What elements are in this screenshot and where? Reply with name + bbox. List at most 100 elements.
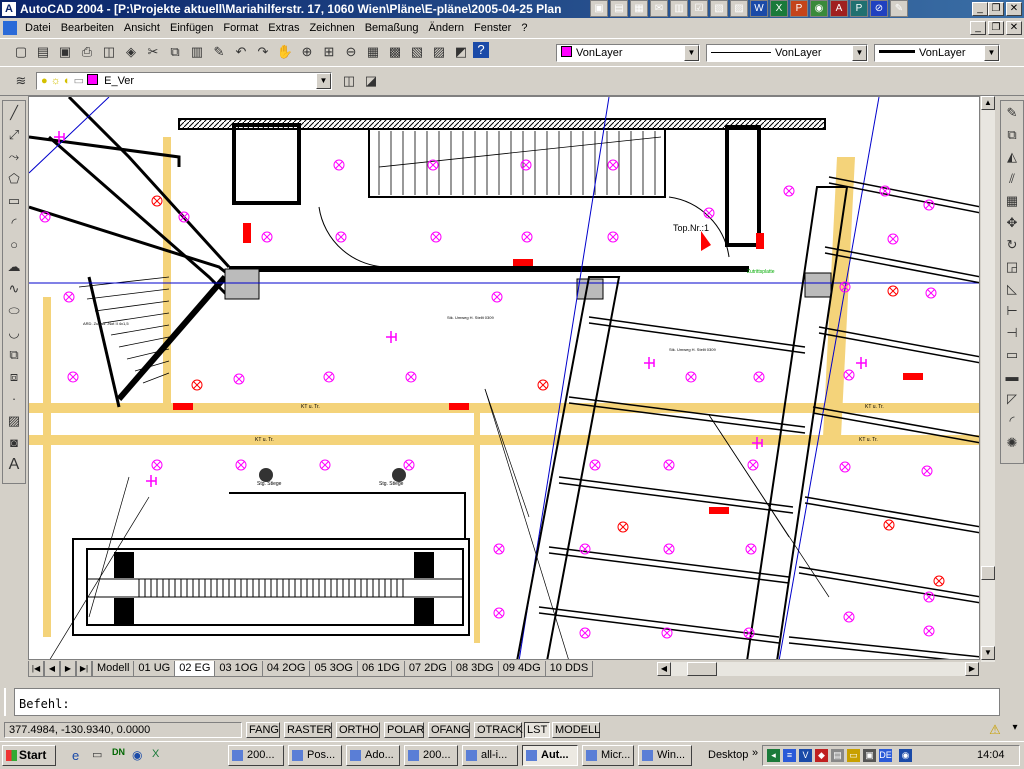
monitor-icon[interactable]: ▣ <box>863 749 876 762</box>
region-icon[interactable]: ◙ <box>4 433 24 453</box>
folder-tray-icon[interactable]: ▭ <box>847 749 860 762</box>
line-icon[interactable]: ╱ <box>4 103 24 123</box>
restore-button[interactable]: ❐ <box>988 2 1004 16</box>
mirror-icon[interactable]: ◭ <box>1002 147 1022 167</box>
ellipse-arc-icon[interactable]: ◡ <box>4 323 24 343</box>
menu-fenster[interactable]: Fenster <box>469 22 516 34</box>
task-adobe[interactable]: Ado... <box>346 745 400 766</box>
polygon-icon[interactable]: ⬠ <box>4 169 24 189</box>
menu-aendern[interactable]: Ändern <box>424 22 469 34</box>
hatch-icon[interactable]: ▨ <box>4 411 24 431</box>
toggle-ofang[interactable]: OFANG <box>428 722 470 738</box>
warning-icon[interactable]: ⚠ <box>986 722 1004 738</box>
chamfer-icon[interactable]: ◸ <box>1002 389 1022 409</box>
language-badge[interactable]: DE <box>879 749 892 762</box>
no-entry-icon[interactable]: ⊘ <box>870 0 888 17</box>
toggle-otrack[interactable]: OTRACK <box>474 722 523 738</box>
chevron-down-icon[interactable]: ▼ <box>684 45 699 61</box>
mail-icon[interactable]: ✉ <box>650 0 668 17</box>
layer-previous-icon[interactable]: ◪ <box>361 71 381 91</box>
tab-09-4dg[interactable]: 09 4DG <box>497 661 546 677</box>
tool-palette-icon[interactable]: ▧ <box>407 42 427 62</box>
menu-ansicht[interactable]: Ansicht <box>119 22 165 34</box>
task-all-i[interactable]: all-i... <box>462 745 518 766</box>
tab-03-1og[interactable]: 03 1OG <box>214 661 263 677</box>
excel-quick-icon[interactable]: X <box>152 748 159 760</box>
ie-icon[interactable]: e <box>72 748 79 763</box>
tab-08-3dg[interactable]: 08 3DG <box>450 661 499 677</box>
fillet-icon[interactable]: ◜ <box>1002 411 1022 431</box>
last-tab-icon[interactable]: ▶| <box>76 661 92 677</box>
layer-combo[interactable]: ● ☼ ◐ ▭ E_Ver ▼ <box>36 72 332 90</box>
linetype-combo[interactable]: VonLayer ▼ <box>706 44 868 62</box>
shield-icon[interactable]: ◆ <box>815 749 828 762</box>
help-icon[interactable]: ? <box>473 42 489 58</box>
markup-icon[interactable]: ◩ <box>451 42 471 62</box>
tab-01-ug[interactable]: 01 UG <box>133 661 176 677</box>
menu-extras[interactable]: Extras <box>263 22 304 34</box>
spline-icon[interactable]: ∿ <box>4 279 24 299</box>
scroll-down-icon[interactable]: ▼ <box>981 646 995 660</box>
doc-restore-button[interactable]: ❐ <box>988 20 1004 35</box>
next-tab-icon[interactable]: ▶ <box>60 661 76 677</box>
word-icon[interactable]: W <box>750 0 768 17</box>
tab-07-2dg[interactable]: 07 2DG <box>403 661 452 677</box>
toggle-polar[interactable]: POLAR <box>384 722 424 738</box>
photo-icon[interactable]: ▦ <box>630 0 648 17</box>
menu-zeichnen[interactable]: Zeichnen <box>304 22 359 34</box>
stretch-icon[interactable]: ◺ <box>1002 279 1022 299</box>
array-icon[interactable]: ▦ <box>1002 191 1022 211</box>
tab-10-dds[interactable]: 10 DDS <box>544 661 594 677</box>
dbconnect-icon[interactable]: ▨ <box>429 42 449 62</box>
redo-icon[interactable]: ↷ <box>253 42 273 62</box>
paste-icon[interactable]: ▥ <box>187 42 207 62</box>
publisher-icon[interactable]: P <box>850 0 868 17</box>
drawing-area[interactable]: Top.Nr.:1 KT u. Tr. KT u. Tr. KT u. Tr. … <box>28 96 980 660</box>
explode-icon[interactable]: ✺ <box>1002 433 1022 453</box>
task-autocad[interactable]: Aut... <box>522 745 578 766</box>
revision-cloud-icon[interactable]: ☁ <box>4 257 24 277</box>
menu-help[interactable]: ? <box>516 22 532 34</box>
speaker-icon[interactable]: ◂ <box>767 749 780 762</box>
menu-format[interactable]: Format <box>218 22 263 34</box>
network-icon[interactable]: ≡ <box>783 749 796 762</box>
tab-modell[interactable]: Modell <box>92 661 135 677</box>
desktop-toolbar-label[interactable]: Desktop <box>708 749 748 761</box>
chevron-right-icon[interactable]: » <box>752 747 758 759</box>
zoom-window-icon[interactable]: ⊞ <box>319 42 339 62</box>
preview-icon[interactable]: ◫ <box>99 42 119 62</box>
join-icon[interactable]: ▬ <box>1002 367 1022 387</box>
color-combo[interactable]: VonLayer ▼ <box>556 44 700 62</box>
task-windows[interactable]: Win... <box>638 745 692 766</box>
access-icon[interactable]: A <box>830 0 848 17</box>
vertical-scrollbar[interactable]: ▲ ▼ <box>981 96 995 662</box>
erase-icon[interactable]: ✎ <box>1002 103 1022 123</box>
save-icon[interactable]: ▣ <box>55 42 75 62</box>
antivirus-icon[interactable]: V <box>799 749 812 762</box>
doc-close-button[interactable]: ✕ <box>1006 20 1022 35</box>
offset-icon[interactable]: ⫽ <box>1002 169 1022 189</box>
scroll-right-icon[interactable]: ▶ <box>965 662 979 676</box>
folder-icon[interactable]: ▤ <box>610 0 628 17</box>
autocad-app-icon[interactable]: A <box>2 2 16 16</box>
desktop-icon[interactable]: ▭ <box>92 748 102 761</box>
move-icon[interactable]: ✥ <box>1002 213 1022 233</box>
toggle-raster[interactable]: RASTER <box>284 722 332 738</box>
break-icon[interactable]: ▭ <box>1002 345 1022 365</box>
paint-icon[interactable]: ✎ <box>890 0 908 17</box>
command-line[interactable]: Befehl: <box>14 688 1000 716</box>
contacts-icon[interactable]: ▧ <box>710 0 728 17</box>
make-block-icon[interactable]: ⧈ <box>4 367 24 387</box>
task-pos[interactable]: Pos... <box>288 745 342 766</box>
media-icon[interactable]: ◉ <box>132 748 142 762</box>
properties-icon[interactable]: ▦ <box>363 42 383 62</box>
menu-datei[interactable]: Datei <box>20 22 56 34</box>
menu-einfuegen[interactable]: Einfügen <box>165 22 218 34</box>
notes-icon[interactable]: ▨ <box>730 0 748 17</box>
new-icon[interactable]: ▢ <box>11 42 31 62</box>
design-center-icon[interactable]: ▩ <box>385 42 405 62</box>
printer-icon[interactable]: ▤ <box>831 749 844 762</box>
zoom-realtime-icon[interactable]: ⊕ <box>297 42 317 62</box>
chevron-down-icon[interactable]: ▼ <box>316 73 331 89</box>
minimize-button[interactable]: _ <box>972 2 988 16</box>
